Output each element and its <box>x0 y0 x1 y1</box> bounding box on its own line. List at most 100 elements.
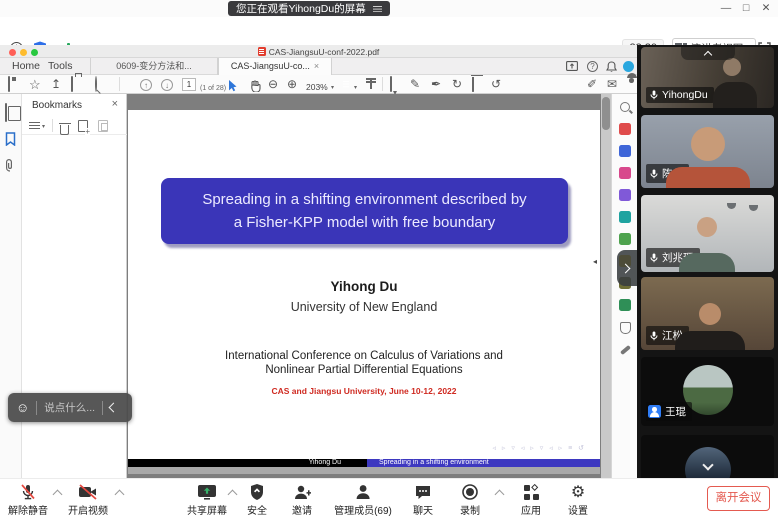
video-options-chevron[interactable] <box>115 490 125 500</box>
document-scrollbar[interactable] <box>601 94 611 478</box>
meeting-app-window: 您正在观看YihongDu的屏幕 — □ ✕ i 23:20 演讲者视图 <box>0 0 778 520</box>
help-icon[interactable]: ? <box>587 61 598 72</box>
pencil-edit-icon[interactable]: ✎ <box>410 78 420 91</box>
next-page-icon[interactable]: ↓ <box>161 79 173 91</box>
share-screen-button[interactable]: 共享屏幕 <box>187 483 227 517</box>
unmute-button[interactable]: 解除静音 <box>8 483 48 517</box>
search-tool-icon[interactable] <box>620 102 630 112</box>
security-button[interactable]: 安全 <box>247 483 267 517</box>
account-avatar[interactable] <box>623 61 634 72</box>
record-options-chevron[interactable] <box>495 490 505 500</box>
sidebar-collapse-tab[interactable] <box>617 250 637 286</box>
previous-page-icon[interactable]: ↑ <box>140 79 152 91</box>
comment-tool-icon[interactable] <box>619 189 631 201</box>
zoom-level[interactable]: 203% <box>306 81 328 94</box>
pdf-page: Spreading in a shifting environment desc… <box>128 110 600 474</box>
toolbar-separator <box>119 77 120 91</box>
bookmarks-close-icon[interactable]: × <box>112 98 118 110</box>
doc-tab-inactive[interactable]: 0609-变分方法和... <box>90 58 218 75</box>
undo-loop-icon[interactable]: ↺ <box>491 78 501 91</box>
edit-pdf-tool-icon[interactable] <box>619 167 631 179</box>
create-pdf-tool-icon[interactable] <box>619 145 631 157</box>
delete-icon[interactable] <box>472 78 474 91</box>
screen-watch-banner[interactable]: 您正在观看YihongDu的屏幕 <box>228 1 390 16</box>
window-maximize-button[interactable]: □ <box>738 1 754 15</box>
print-icon[interactable] <box>71 78 73 91</box>
participant-tile[interactable]: YihongDu <box>641 47 774 108</box>
delete-bookmark-icon[interactable] <box>60 125 69 135</box>
window-close-button[interactable]: ✕ <box>758 1 774 15</box>
mic-icon <box>650 169 658 179</box>
slide-title-box: Spreading in a shifting environment desc… <box>161 178 568 244</box>
mic-options-chevron[interactable] <box>53 490 63 500</box>
participant-name: 王琨 <box>665 404 686 419</box>
save-icon[interactable] <box>8 78 10 91</box>
bell-icon[interactable] <box>606 61 617 73</box>
select-cursor-icon[interactable] <box>228 79 238 92</box>
export-pdf-tool-icon[interactable] <box>619 123 631 135</box>
comment-icon[interactable] <box>390 78 392 91</box>
protect-tool-icon[interactable] <box>620 322 631 334</box>
tab-tools[interactable]: Tools <box>44 58 77 75</box>
settings-button[interactable]: ⚙ 设置 <box>568 483 588 517</box>
invite-button[interactable]: 邀请 <box>292 483 312 517</box>
mic-icon <box>650 90 658 100</box>
participant-tile[interactable]: 江松 <box>641 277 774 350</box>
zoom-in-icon[interactable]: ⊕ <box>287 78 297 91</box>
page-number-input[interactable]: 1 <box>182 78 196 91</box>
fill-sign-icon[interactable]: ✒ <box>431 78 441 91</box>
participant-tile[interactable]: 陈化 <box>641 115 774 188</box>
hand-tool-icon[interactable] <box>249 79 261 92</box>
participant-tile[interactable]: 王琨 <box>641 357 774 426</box>
person-badge-icon <box>648 405 661 418</box>
start-video-button[interactable]: 开启视频 <box>68 483 108 517</box>
panel-arrow-icon[interactable]: ◂ <box>593 257 597 266</box>
star-icon[interactable]: ☆ <box>29 78 41 91</box>
chat-placeholder[interactable]: 说点什么... <box>44 400 95 415</box>
rotate-icon[interactable]: ↻ <box>452 78 462 91</box>
new-bookmark-icon[interactable] <box>78 120 88 132</box>
chat-quick-input[interactable]: ☺ 说点什么... <box>8 393 132 422</box>
emoji-icon[interactable]: ☺ <box>16 401 29 414</box>
video-sidebar: YihongDu 陈化 刘兆理 江松 <box>637 45 778 478</box>
convert-tool-icon[interactable] <box>619 299 631 311</box>
share-options-chevron[interactable] <box>228 490 238 500</box>
upload-share-icon[interactable]: ↥ <box>51 78 61 91</box>
scrollbar-thumb[interactable] <box>602 97 610 130</box>
chevron-up-icon <box>703 51 711 59</box>
record-button[interactable]: 录制 <box>460 483 480 517</box>
record-icon <box>461 483 479 501</box>
bookmark-options-icon[interactable] <box>29 121 40 130</box>
collapse-videos-button[interactable] <box>681 47 735 60</box>
bookmarks-panel-icon[interactable] <box>5 132 16 146</box>
doc-tab-active[interactable]: CAS-JiangsuU-co...× <box>218 58 332 75</box>
participant-tile[interactable] <box>641 435 774 478</box>
participant-name: 江松 <box>662 328 683 343</box>
envelope-icon[interactable]: ✉ <box>607 78 617 91</box>
share-document-icon[interactable] <box>566 61 578 71</box>
chevron-left-icon[interactable] <box>109 403 119 413</box>
slide-author: Yihong Du <box>128 279 600 294</box>
zoom-out-icon[interactable]: ⊖ <box>268 78 278 91</box>
slide-venue: CAS and Jiangsu University, June 10-12, … <box>128 386 600 396</box>
expand-bookmarks-icon[interactable] <box>98 120 108 132</box>
attachments-icon[interactable] <box>5 158 15 172</box>
apps-grid-icon <box>524 483 539 501</box>
options-caret-icon[interactable]: ▾ <box>42 123 45 130</box>
participant-tile[interactable]: 刘兆理 <box>641 195 774 272</box>
more-tools-icon[interactable] <box>620 345 631 355</box>
signature-icon[interactable]: ✐ <box>587 78 597 91</box>
leave-meeting-button[interactable]: 离开会议 <box>707 486 770 511</box>
manage-members-button[interactable]: 管理成员(69) <box>334 483 392 517</box>
page-thumbnails-icon[interactable] <box>5 104 7 122</box>
banner-menu-icon[interactable] <box>373 5 382 13</box>
organize-pages-tool-icon[interactable] <box>619 233 631 245</box>
slide-footer-strip <box>128 467 600 474</box>
chat-button[interactable]: 聊天 <box>413 483 433 517</box>
window-minimize-button[interactable]: — <box>718 1 734 15</box>
tab-close-icon[interactable]: × <box>314 61 319 71</box>
combine-files-tool-icon[interactable] <box>619 211 631 223</box>
tab-home[interactable]: Home <box>8 58 44 75</box>
search-icon[interactable] <box>95 78 97 91</box>
apps-button[interactable]: 应用 <box>521 483 541 517</box>
